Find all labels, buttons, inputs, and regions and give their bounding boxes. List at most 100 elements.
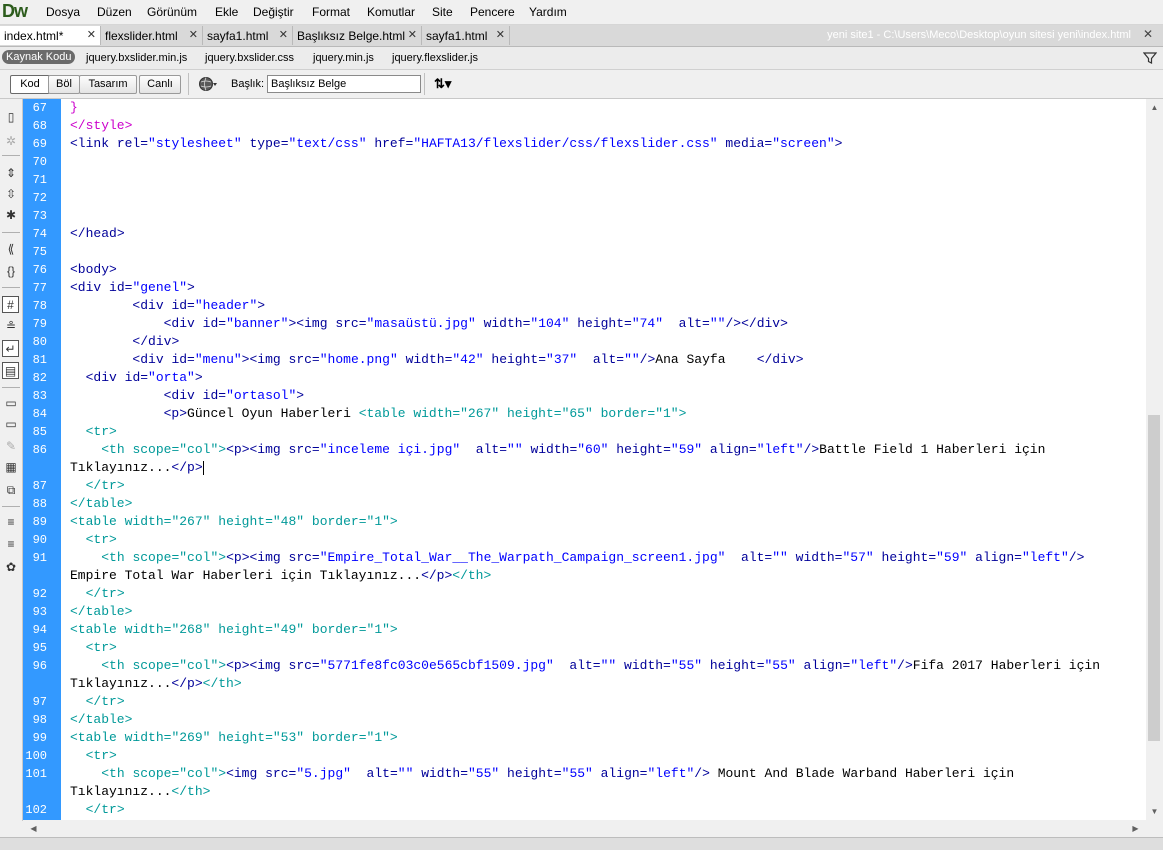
select-parent-tag-icon[interactable]: ⟪	[3, 241, 19, 257]
view-design-button[interactable]: Tasarım	[79, 75, 137, 94]
view-live-button[interactable]: Canlı	[139, 75, 181, 94]
menu-komutlar[interactable]: Komutlar	[367, 5, 415, 19]
close-icon[interactable]: ✕	[408, 28, 417, 41]
menu-pencere[interactable]: Pencere	[470, 5, 515, 19]
code-line[interactable]: </style>	[70, 118, 132, 133]
highlight-invalid-code-icon[interactable]: ≗	[3, 318, 19, 334]
word-wrap-icon[interactable]: ↵	[2, 340, 19, 357]
preview-globe-icon[interactable]	[198, 76, 218, 92]
code-line[interactable]: <p>Güncel Oyun Haberleri <table width="2…	[70, 406, 687, 421]
code-line[interactable]: <th scope="col"><img src="5.jpg" alt="" …	[70, 766, 1014, 781]
remove-comment-icon[interactable]: ▭	[3, 416, 19, 432]
related-file[interactable]: jquery.bxslider.min.js	[86, 52, 187, 64]
tab-sayfa1-html[interactable]: sayfa1.html ✕	[203, 26, 293, 45]
code-line[interactable]: </tr>	[70, 478, 125, 493]
related-file[interactable]: jquery.bxslider.css	[205, 52, 294, 64]
code-line[interactable]: <th scope="col"><p><img src="inceleme iç…	[70, 442, 1045, 457]
format-source-code-icon[interactable]: ✿	[3, 559, 19, 575]
filter-icon[interactable]	[1143, 51, 1157, 65]
code-line[interactable]: Empire Total War Haberleri için Tıklayın…	[70, 568, 491, 583]
close-icon[interactable]: ✕	[189, 28, 198, 41]
balance-braces-icon[interactable]: {}	[3, 263, 19, 279]
show-code-navigator-icon[interactable]: ✲	[3, 133, 19, 149]
related-file[interactable]: jquery.flexslider.js	[392, 52, 478, 64]
open-documents-icon[interactable]: ▯	[3, 109, 19, 125]
view-split-button[interactable]: Böl	[48, 75, 80, 94]
related-file[interactable]: jquery.min.js	[313, 52, 374, 64]
source-code-button[interactable]: Kaynak Kodu	[2, 50, 76, 64]
tab-sayfa1-html-2[interactable]: sayfa1.html ✕	[422, 26, 510, 45]
title-input[interactable]: Başlıksız Belge	[267, 75, 421, 93]
code-line[interactable]: }	[70, 100, 78, 115]
scroll-down-icon[interactable]: ▼	[1146, 803, 1163, 820]
code-line[interactable]: Tıklayınız...</p>	[70, 460, 204, 475]
code-line[interactable]: <table width="268" height="49" border="1…	[70, 622, 398, 637]
close-document-icon[interactable]: ✕	[1143, 27, 1157, 41]
menu-degistir[interactable]: Değiştir	[253, 5, 294, 19]
code-line[interactable]: <div id="genel">	[70, 280, 195, 295]
menu-dosya[interactable]: Dosya	[46, 5, 80, 19]
recent-snippets-icon[interactable]: ▦	[3, 459, 19, 475]
expand-all-icon[interactable]: ✱	[3, 207, 19, 223]
menu-yardim[interactable]: Yardım	[529, 5, 567, 19]
scroll-right-icon[interactable]: ▶	[1127, 820, 1144, 837]
outdent-code-icon[interactable]: ≡	[3, 536, 19, 552]
menu-site[interactable]: Site	[432, 5, 453, 19]
code-line[interactable]: </tr>	[70, 802, 125, 817]
line-numbers-icon[interactable]: #	[2, 296, 19, 313]
code-line[interactable]: <body>	[70, 262, 117, 277]
code-line[interactable]: </tr>	[70, 694, 125, 709]
code-line[interactable]: <tr>	[70, 748, 117, 763]
code-line[interactable]: Tıklayınız...</p></th>	[70, 676, 242, 691]
code-line[interactable]: </div>	[70, 334, 179, 349]
code-line[interactable]: <th scope="col"><p><img src="Empire_Tota…	[70, 550, 1084, 565]
close-icon[interactable]: ✕	[496, 28, 505, 41]
move-css-icon[interactable]: ⧉	[3, 482, 19, 498]
scroll-up-icon[interactable]: ▲	[1146, 99, 1163, 116]
tab-index-html[interactable]: index.html* ✕	[0, 26, 101, 45]
tab-flexslider-html[interactable]: flexslider.html ✕	[101, 26, 203, 45]
code-line[interactable]: <tr>	[70, 532, 117, 547]
code-line[interactable]: <div id="menu"><img src="home.png" width…	[70, 352, 803, 367]
close-icon[interactable]: ✕	[279, 28, 288, 41]
collapse-full-tag-icon[interactable]: ⇕	[3, 165, 19, 181]
tab-basliksiz-belge-html[interactable]: Başlıksız Belge.html ✕	[293, 26, 422, 45]
horizontal-scrollbar[interactable]: ◀ ▶	[23, 820, 1146, 837]
code-line[interactable]: <link rel="stylesheet" type="text/css" h…	[70, 136, 842, 151]
code-line[interactable]: </head>	[70, 226, 125, 241]
apply-comment-icon[interactable]: ▭	[3, 395, 19, 411]
code-line[interactable]: <table width="269" height="53" border="1…	[70, 730, 398, 745]
line-number: 75	[32, 245, 47, 259]
code-line[interactable]: </tr>	[70, 586, 125, 601]
code-line[interactable]: </table>	[70, 712, 132, 727]
code-line[interactable]: <table width="267" height="48" border="1…	[70, 514, 398, 529]
close-icon[interactable]: ✕	[87, 28, 96, 41]
file-management-icon[interactable]: ⇅▾	[434, 76, 456, 92]
syntax-coloring-icon[interactable]: ▤	[2, 362, 19, 379]
line-number: 74	[32, 227, 47, 241]
code-editor[interactable]: } </style> <link rel="stylesheet" type="te…	[61, 99, 1146, 820]
line-number: 88	[32, 497, 47, 511]
menu-format[interactable]: Format	[312, 5, 350, 19]
code-line[interactable]: </table>	[70, 604, 132, 619]
collapse-selection-icon[interactable]: ⇳	[3, 186, 19, 202]
code-line[interactable]: <div id="header">	[70, 298, 265, 313]
view-code-button[interactable]: Kod	[10, 75, 50, 94]
code-line[interactable]: <div id="orta">	[70, 370, 203, 385]
line-number: 76	[32, 263, 47, 277]
scroll-left-icon[interactable]: ◀	[25, 820, 42, 837]
menu-gorunum[interactable]: Görünüm	[147, 5, 197, 19]
menu-ekle[interactable]: Ekle	[215, 5, 238, 19]
code-line[interactable]: </table>	[70, 496, 132, 511]
vertical-scrollbar-thumb[interactable]	[1148, 415, 1160, 741]
code-line[interactable]: <tr>	[70, 640, 117, 655]
vertical-scrollbar[interactable]: ▲ ▼	[1146, 99, 1163, 820]
code-line[interactable]: <th scope="col"><p><img src="5771fe8fc03…	[70, 658, 1100, 673]
code-line[interactable]: <div id="ortasol">	[70, 388, 304, 403]
menu-duzen[interactable]: Düzen	[97, 5, 132, 19]
code-line[interactable]: Tıklayınız...</th>	[70, 784, 210, 799]
code-line[interactable]: <tr>	[70, 424, 117, 439]
indent-code-icon[interactable]: ≡	[3, 514, 19, 530]
wrap-tag-icon[interactable]: ✎	[3, 438, 19, 454]
code-line[interactable]: <div id="banner"><img src="masaüstü.jpg"…	[70, 316, 788, 331]
